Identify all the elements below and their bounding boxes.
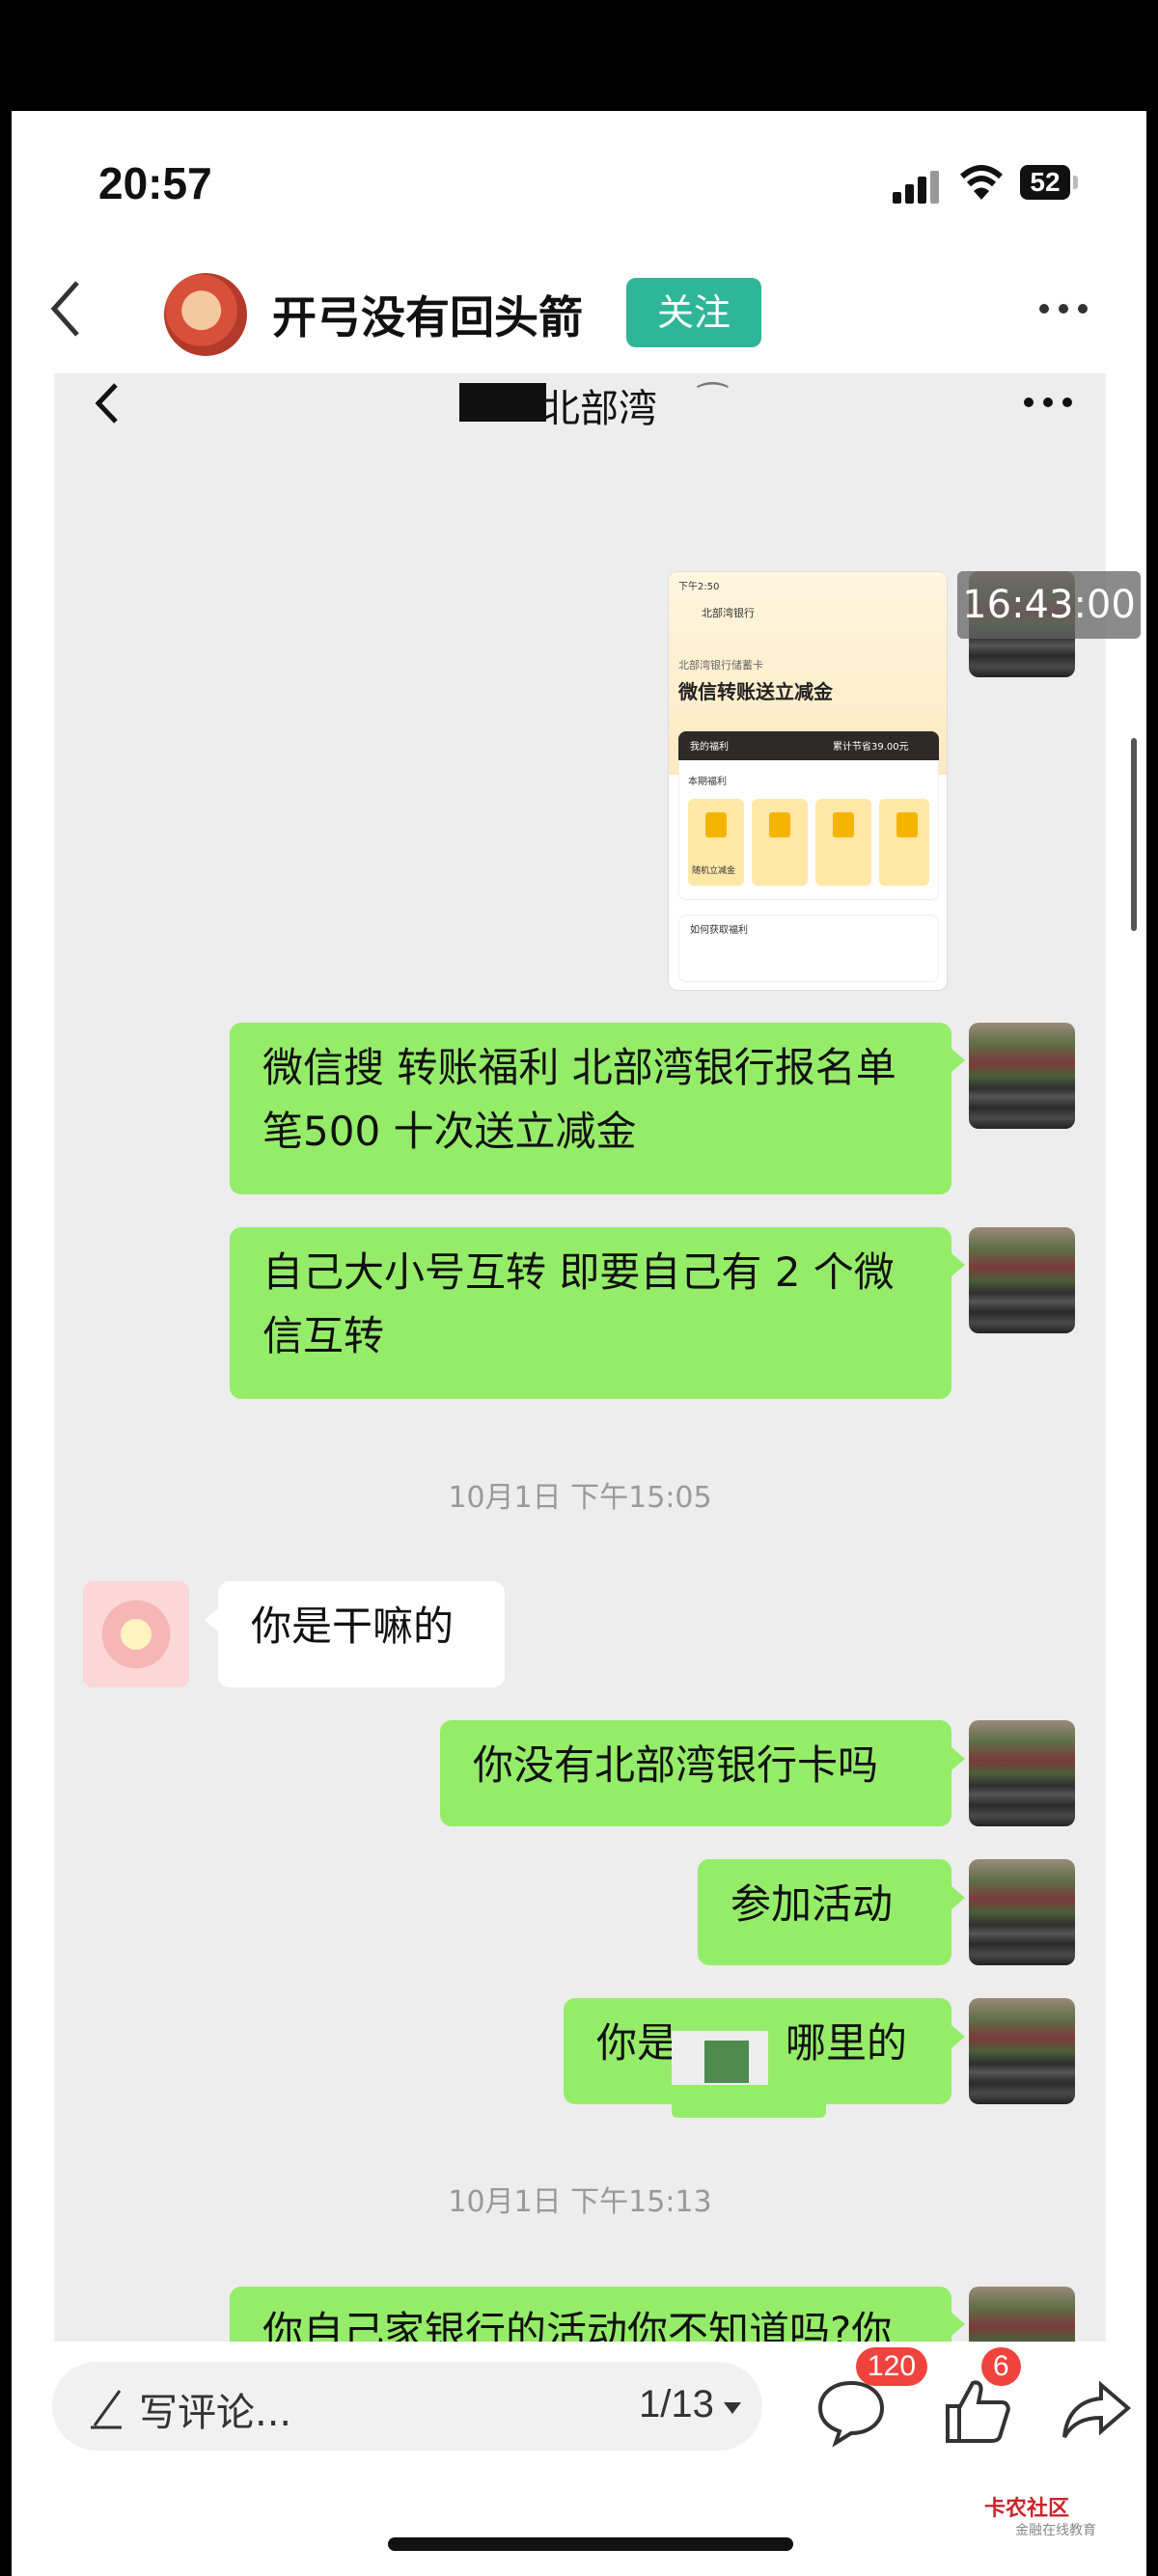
pen-icon [91,2390,122,2429]
mini-coupon-text: 随机立减金 [692,866,736,876]
mini-status-time: 下午2:50 [678,582,720,592]
bubble-tail [951,1253,965,1276]
ear-icon: ⁀ [699,383,727,423]
message-bubble: 你自己家银行的活动你不知道吗?你不参加吗? [230,2287,951,2342]
chat-title: 北部湾 [541,387,657,431]
my-avatar [969,1720,1075,1826]
author-avatar[interactable] [164,273,247,356]
bubble-tail [951,2313,965,2336]
message-bubble: 你没有北部湾银行卡吗 [440,1720,951,1826]
author-name[interactable]: 开弓没有回头箭 [272,283,583,346]
watermark-title: 卡农社区 [984,2497,1070,2521]
bubble-fragment [672,2100,826,2118]
mosaic-block [704,2041,749,2083]
mini-coupon [815,799,871,886]
signal-icon [893,171,943,204]
mini-card-label: 北部湾银行储蓄卡 [678,659,763,671]
my-avatar [969,1227,1075,1333]
more-icon[interactable] [1034,294,1092,323]
message-text-left: 你是 [596,2019,678,2067]
share-icon[interactable] [1059,2371,1136,2449]
chevron-down-icon[interactable] [724,2402,741,2414]
my-avatar [969,1998,1075,2104]
chat-screenshot-image[interactable]: 北部湾 ⁀ 下午2:50 北部湾银行 北部湾银行储蓄卡 微信转账送立减金 我的福… [54,373,1106,2342]
image-time-badge: 16:43:00 [957,571,1141,639]
scrollbar[interactable] [1131,738,1137,931]
message-bubble: 参加活动 [698,1859,951,1965]
chat-header: 北部湾 ⁀ [54,373,1106,431]
chat-timestamp: 10月1日 下午15:13 [448,2185,712,2219]
page-indicator[interactable]: 1/13 [639,2383,714,2426]
mini-saved: 累计节省39.00元 [833,742,909,753]
home-indicator[interactable] [388,2537,793,2551]
bubble-tail [951,2025,965,2048]
message-bubble: 你是干嘛的 [218,1581,505,1687]
my-avatar [969,2287,1075,2342]
comment-count-badge: 120 [856,2347,928,2386]
bubble-tail [951,1886,965,1909]
contact-avatar [83,1581,189,1687]
my-avatar [969,1859,1075,1965]
follow-button[interactable]: 关注 [626,278,761,347]
bubble-tail [951,1049,965,1072]
bubble-tail [951,1747,965,1770]
shared-image-message: 下午2:50 北部湾银行 北部湾银行储蓄卡 微信转账送立减金 我的福利 累计节省… [668,571,948,991]
battery-tip [1073,176,1078,189]
post-page: 20:57 52 开弓没有回头箭 关注 北部湾 ⁀ 下午2:50 北部湾银行 北… [12,111,1146,2576]
watermark-subtitle: 金融在线教育 [1015,2523,1096,2538]
mini-coupon [752,799,808,886]
redaction-mask [459,383,546,422]
mini-benefits-label: 我的福利 [690,742,729,753]
message-bubble: 微信搜 转账福利 北部湾银行报名单笔500 十次送立减金 [230,1023,951,1194]
wifi-icon [960,165,1003,200]
comment-placeholder[interactable]: 写评论... [139,2381,291,2437]
mini-period-label: 本期福利 [688,777,727,787]
status-time: 20:57 [98,158,212,208]
chat-more-icon [1024,397,1072,407]
my-avatar [969,1023,1075,1129]
message-text-right: 哪里的 [786,2019,908,2067]
mini-headline: 微信转账送立减金 [678,680,833,703]
bubble-tail [205,1608,218,1631]
mini-bank-name: 北部湾银行 [702,607,755,619]
mini-howto-label: 如何获取福利 [690,925,748,936]
back-icon[interactable] [42,275,91,343]
message-bubble: 自己大小号互转 即要自己有 2 个微信互转 [230,1227,951,1399]
mini-coupon [879,799,929,886]
battery-indicator: 52 [1020,165,1070,200]
like-count-badge: 6 [981,2347,1021,2386]
chat-back-icon [95,383,118,424]
chat-timestamp: 10月1日 下午15:05 [448,1481,712,1515]
